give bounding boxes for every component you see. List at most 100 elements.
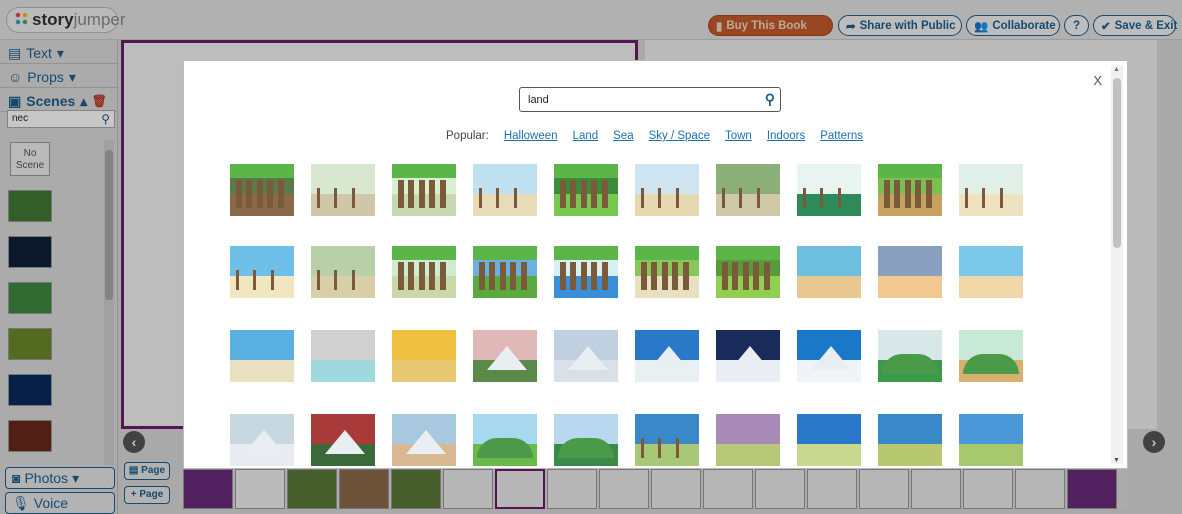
tree-trunk [641, 438, 644, 458]
scroll-thumb[interactable] [1113, 78, 1121, 248]
scene-thumbnail-dusky-jungle[interactable] [311, 246, 375, 298]
scene-thumbnail-canyon-road[interactable] [959, 330, 1023, 382]
scene-search-field[interactable] [528, 92, 758, 108]
scene-ground [797, 276, 861, 298]
tree-trunk [884, 180, 890, 208]
scene-thumbnail-sunset-sea[interactable] [878, 246, 942, 298]
scene-thumbnail-green-valley[interactable] [878, 330, 942, 382]
scene-sky [230, 330, 294, 362]
tree-trunk [439, 262, 446, 290]
scene-thumbnail-savanna[interactable] [473, 164, 537, 216]
scene-thumbnail-golf-hill[interactable] [473, 414, 537, 466]
scene-thumbnail-snowcap[interactable] [797, 330, 861, 382]
tree-trunk [246, 180, 253, 208]
scene-thumbnail-alpine-pines[interactable] [716, 330, 780, 382]
scene-thumbnail-turquoise-beach[interactable] [959, 246, 1023, 298]
scene-thumbnail-grassy-plain[interactable] [959, 414, 1023, 466]
scene-thumbnail-forest-brown[interactable] [230, 164, 294, 216]
popular-link-sky-space[interactable]: Sky / Space [649, 130, 710, 142]
scene-thumbnail-island-bay[interactable] [230, 330, 294, 382]
tree-trunk [560, 262, 566, 290]
popular-link-town[interactable]: Town [725, 130, 752, 142]
scene-thumbnail-desert-dunes[interactable] [392, 414, 456, 466]
scene-thumbnail-volcano[interactable] [473, 330, 537, 382]
scene-thumbnail-sandy-clearing[interactable] [959, 164, 1023, 216]
tree-trunk [580, 180, 587, 208]
scene-thumbnail-blue-peak[interactable] [635, 330, 699, 382]
tree-trunk [742, 262, 749, 290]
popular-link-sea[interactable]: Sea [613, 130, 633, 142]
popular-link-indoors[interactable]: Indoors [767, 130, 805, 142]
scene-thumbnail-dusk-plain[interactable] [716, 414, 780, 466]
popular-link-land[interactable]: Land [573, 130, 599, 142]
scene-thumbnail-bright-savanna[interactable] [230, 246, 294, 298]
scene-sky [311, 330, 375, 362]
scene-thumbnail-green-mound[interactable] [554, 414, 618, 466]
tree-trunk [479, 188, 482, 208]
tree-trunk [661, 262, 668, 290]
scene-thumbnail-autumn-forest[interactable] [878, 164, 942, 216]
tree-trunk [408, 262, 415, 290]
tree-canopy [473, 246, 537, 260]
scene-thumbnail-red-volcano[interactable] [311, 414, 375, 466]
scene-sky [716, 414, 780, 446]
tree-trunk [651, 262, 658, 290]
scene-thumbnail-tall-forest[interactable] [635, 246, 699, 298]
scene-sky [230, 246, 294, 278]
tree-trunk [999, 188, 1003, 208]
scene-thumbnail-jungle-path[interactable] [311, 164, 375, 216]
scene-sky [797, 414, 861, 446]
scene-thumbnail-golden-sunset[interactable] [392, 330, 456, 382]
tree-trunk [837, 188, 841, 208]
scene-thumbnail-fenced-plain[interactable] [878, 414, 942, 466]
scene-thumbnail-palm-beach[interactable] [635, 164, 699, 216]
scene-thumbnail-calm-beach[interactable] [797, 246, 861, 298]
scene-thumbnail-winter-field[interactable] [230, 414, 294, 466]
modal-scrollbar[interactable]: ▲ ▼ [1111, 66, 1123, 464]
tree-trunk [429, 262, 436, 290]
scene-ground [311, 360, 375, 382]
scene-thumbnail-forest-trunks[interactable] [392, 164, 456, 216]
search-icon[interactable]: ⚲ [765, 91, 775, 108]
hill-shape [477, 438, 533, 458]
tree-trunk [658, 188, 662, 208]
scene-thumbnail-river-forest[interactable] [554, 246, 618, 298]
tree-trunk [489, 262, 496, 290]
tree-trunk [756, 188, 760, 208]
scene-thumbnail-snowy-ridge[interactable] [554, 330, 618, 382]
tree-trunk [591, 180, 598, 208]
scene-ground [797, 444, 861, 466]
scene-sky [311, 246, 375, 278]
scene-sky [473, 164, 537, 196]
tree-trunk [317, 188, 320, 208]
scene-sky [959, 414, 1023, 446]
scene-sky [392, 330, 456, 362]
close-button[interactable]: X [1093, 73, 1102, 88]
tree-trunk [560, 180, 566, 208]
scene-thumbnail-open-plain[interactable] [797, 414, 861, 466]
popular-link-halloween[interactable]: Halloween [504, 130, 558, 142]
scene-sky [635, 164, 699, 196]
scene-thumbnail-dense-jungle[interactable] [716, 164, 780, 216]
scroll-up-icon[interactable]: ▲ [1113, 66, 1120, 73]
tree-trunk [753, 262, 760, 290]
scene-thumbnail-village-forest[interactable] [392, 246, 456, 298]
tree-trunk [965, 188, 968, 208]
tree-trunk [253, 270, 257, 290]
scene-ground [230, 360, 294, 382]
tree-trunk [722, 188, 725, 208]
tree-trunk [334, 270, 338, 290]
scene-sky [311, 164, 375, 196]
scene-thumbnail-lone-tree[interactable] [635, 414, 699, 466]
scene-thumbnail-mangrove[interactable] [797, 164, 861, 216]
mountain-shape [730, 346, 770, 370]
scene-thumbnail-sunny-forest[interactable] [473, 246, 537, 298]
popular-link-patterns[interactable]: Patterns [820, 130, 863, 142]
scene-thumbnail-grey-bay[interactable] [311, 330, 375, 382]
scene-thumbnail-green-clearing[interactable] [554, 164, 618, 216]
scene-thumbnail-flower-meadow[interactable] [716, 246, 780, 298]
mountain-shape [487, 346, 527, 370]
scroll-down-icon[interactable]: ▼ [1113, 457, 1120, 464]
tree-trunk [904, 180, 911, 208]
tree-trunk [580, 262, 587, 290]
